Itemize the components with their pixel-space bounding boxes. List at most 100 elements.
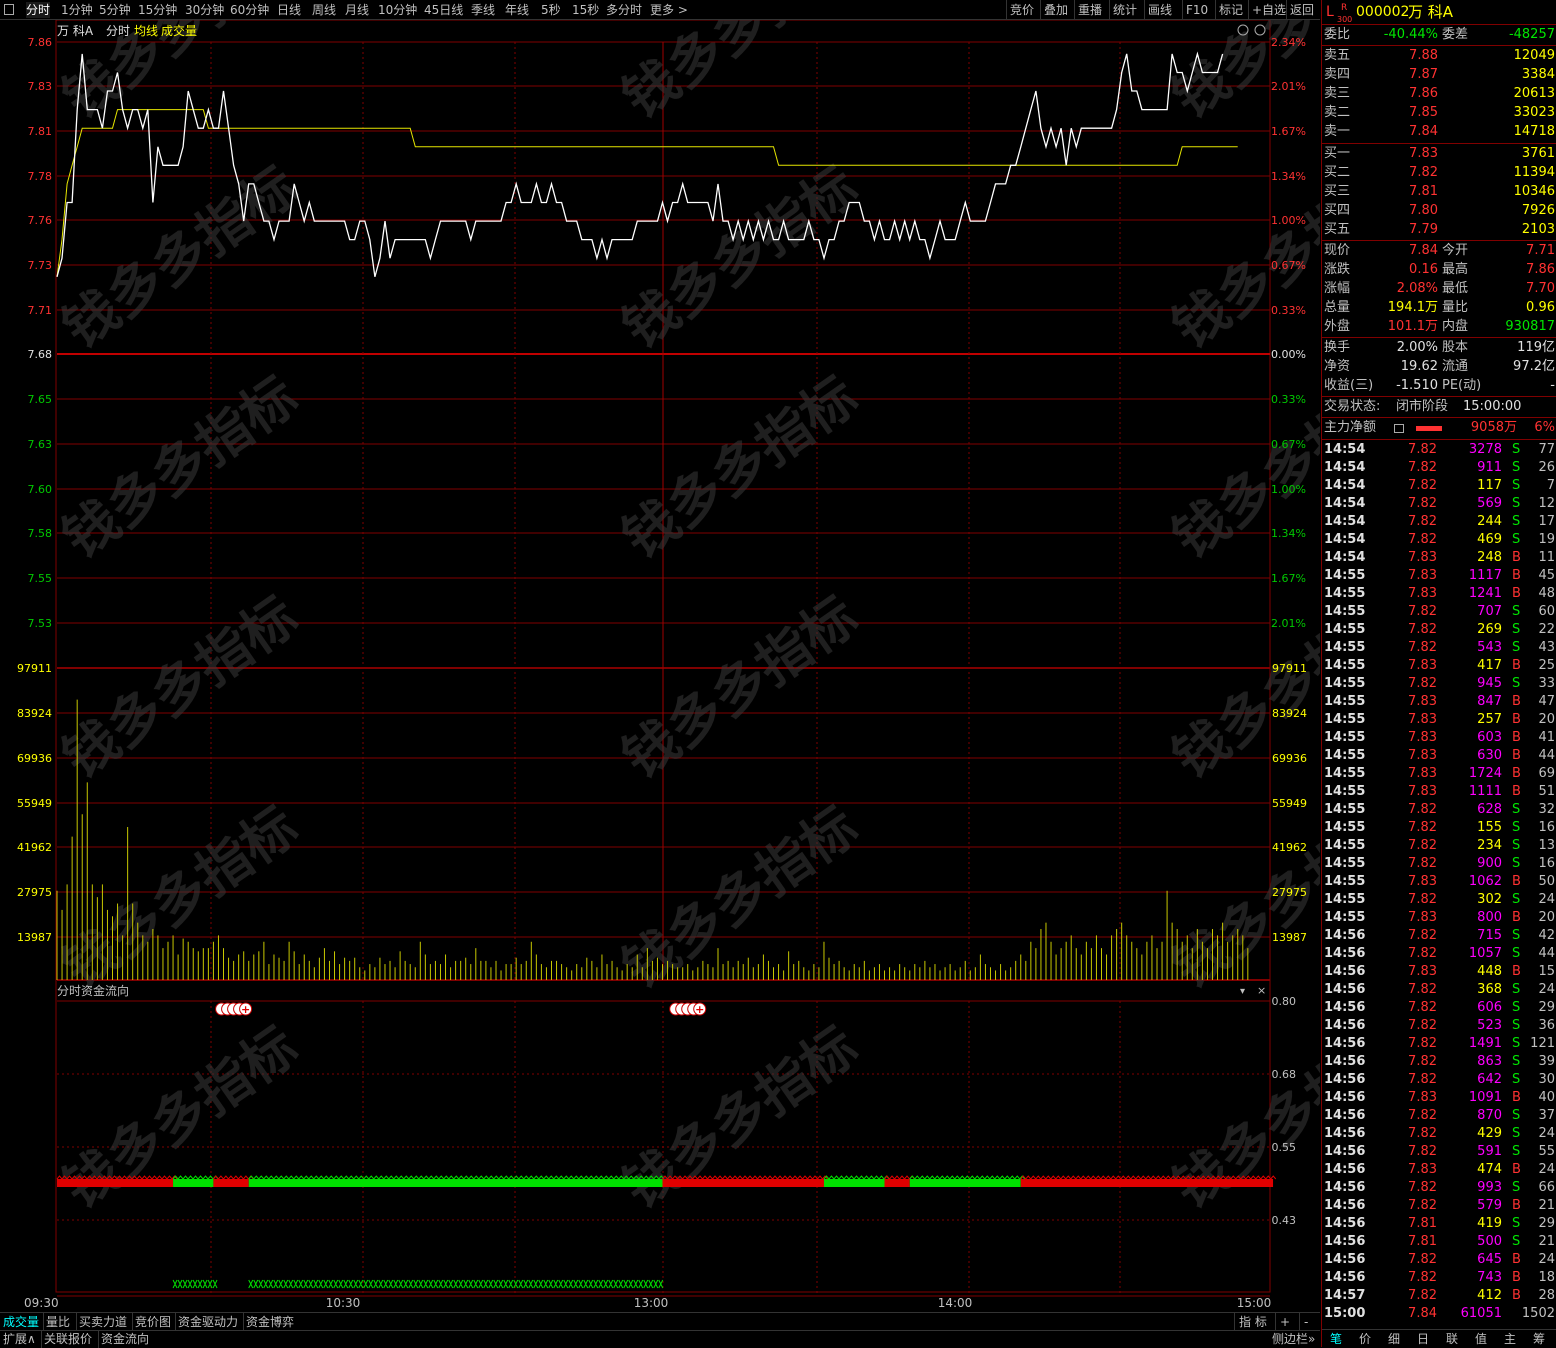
period-tab-16[interactable]: 更多 >: [650, 2, 688, 18]
intraday-chart-area[interactable]: 钱多多指标 钱多多指标 钱多多指标 钱多多指标 钱多多指标 钱多多指标 钱多多指标 钱多多指标…: [0, 0, 1419, 1312]
tick-row[interactable]: 15:00 7.84 61051 1502: [1322, 1305, 1556, 1323]
menu-icon[interactable]: [4, 4, 14, 15]
tick-row[interactable]: 14:55 7.83 1117 B 45: [1322, 567, 1556, 585]
indicator-control-0[interactable]: 指 标: [1239, 1314, 1267, 1330]
tick-row[interactable]: 14:55 7.82 234 S 13: [1322, 837, 1556, 855]
indicator-tab-4[interactable]: 资金驱动力: [178, 1314, 238, 1330]
intraday-chart-svg[interactable]: 钱多多指标 钱多多指标 钱多多指标钱多多指标 钱多多指标 钱多多指标钱多多指标 钱多多指标…: [0, 0, 1419, 1312]
bid-row[interactable]: 买五 7.79 2103: [1322, 221, 1556, 239]
tick-row[interactable]: 14:56 7.82 870 S 37: [1322, 1107, 1556, 1125]
right-tab-5[interactable]: 值: [1475, 1331, 1487, 1347]
tool-button-1[interactable]: 叠加: [1044, 2, 1068, 18]
indicator-control-1[interactable]: +: [1280, 1314, 1290, 1330]
close-icon[interactable]: ×: [1257, 984, 1266, 997]
tick-row[interactable]: 14:56 7.83 474 B 24: [1322, 1161, 1556, 1179]
indicator-tab-1[interactable]: 量比: [46, 1314, 70, 1330]
extension-tab-0[interactable]: 扩展∧: [3, 1332, 36, 1347]
period-tab-14[interactable]: 15秒: [572, 2, 599, 18]
tick-row[interactable]: 14:55 7.82 155 S 16: [1322, 819, 1556, 837]
bid-row[interactable]: 买四 7.80 7926: [1322, 202, 1556, 220]
right-tab-1[interactable]: 价: [1359, 1331, 1371, 1347]
tick-row[interactable]: 14:56 7.82 368 S 24: [1322, 981, 1556, 999]
ask-row[interactable]: 卖三 7.86 20613: [1322, 85, 1556, 103]
tick-row[interactable]: 14:56 7.82 429 S 24: [1322, 1125, 1556, 1143]
tick-row[interactable]: 14:54 7.82 911 S 26: [1322, 459, 1556, 477]
extension-tab-1[interactable]: 关联报价: [44, 1332, 92, 1347]
tick-row[interactable]: 14:57 7.82 412 B 28: [1322, 1287, 1556, 1305]
tick-row[interactable]: 14:55 7.82 900 S 16: [1322, 855, 1556, 873]
chart-mode-label[interactable]: 分时: [106, 24, 130, 38]
period-tab-6[interactable]: 日线: [277, 2, 301, 18]
tool-button-7[interactable]: +自选: [1252, 2, 1286, 18]
right-tab-0[interactable]: 笔: [1330, 1331, 1342, 1347]
tick-row[interactable]: 14:55 7.83 1241 B 48: [1322, 585, 1556, 603]
tick-row[interactable]: 14:56 7.82 645 B 24: [1322, 1251, 1556, 1269]
tick-row[interactable]: 14:56 7.82 606 S 29: [1322, 999, 1556, 1017]
period-tab-4[interactable]: 30分钟: [185, 2, 224, 18]
period-tab-9[interactable]: 10分钟: [378, 2, 417, 18]
tool-button-2[interactable]: 重播: [1078, 2, 1102, 18]
tick-row[interactable]: 14:55 7.82 269 S 22: [1322, 621, 1556, 639]
tick-row[interactable]: 14:56 7.82 743 B 18: [1322, 1269, 1556, 1287]
tick-row[interactable]: 14:56 7.82 642 S 30: [1322, 1071, 1556, 1089]
right-tab-4[interactable]: 联: [1446, 1331, 1458, 1347]
right-tab-7[interactable]: 筹: [1533, 1331, 1545, 1347]
tick-row[interactable]: 14:56 7.81 500 S 21: [1322, 1233, 1556, 1251]
period-tab-15[interactable]: 多分时: [606, 2, 642, 18]
tick-row[interactable]: 14:54 7.82 469 S 19: [1322, 531, 1556, 549]
tick-row[interactable]: 14:55 7.83 603 B 41: [1322, 729, 1556, 747]
tool-button-6[interactable]: 标记: [1219, 2, 1243, 18]
tick-row[interactable]: 14:54 7.82 3278 S 77: [1322, 441, 1556, 459]
tick-row[interactable]: 14:54 7.82 569 S 12: [1322, 495, 1556, 513]
period-tab-8[interactable]: 月线: [345, 2, 369, 18]
indicator-tab-2[interactable]: 买卖力道: [79, 1314, 127, 1330]
bid-row[interactable]: 买一 7.83 3761: [1322, 145, 1556, 163]
tick-row[interactable]: 14:55 7.82 707 S 60: [1322, 603, 1556, 621]
bid-row[interactable]: 买三 7.81 10346: [1322, 183, 1556, 201]
tick-row[interactable]: 14:55 7.83 257 B 20: [1322, 711, 1556, 729]
period-tab-12[interactable]: 年线: [505, 2, 529, 18]
indicator-tab-3[interactable]: 竞价图: [135, 1314, 171, 1330]
period-tab-0[interactable]: 分时: [26, 2, 51, 18]
tick-row[interactable]: 14:55 7.82 302 S 24: [1322, 891, 1556, 909]
tick-row[interactable]: 14:55 7.83 630 B 44: [1322, 747, 1556, 765]
tick-row[interactable]: 14:55 7.83 1062 B 50: [1322, 873, 1556, 891]
period-tab-3[interactable]: 15分钟: [138, 2, 177, 18]
period-tab-10[interactable]: 45日线: [424, 2, 463, 18]
tick-row[interactable]: 14:55 7.83 1724 B 69: [1322, 765, 1556, 783]
stock-name[interactable]: 万 科A: [1408, 2, 1453, 22]
main-flow-row[interactable]: 主力净额 9058万 6%: [1322, 419, 1556, 437]
period-tab-13[interactable]: 5秒: [541, 2, 561, 18]
extension-tab-2[interactable]: 资金流向: [101, 1332, 149, 1347]
volume-legend[interactable]: 成交量: [161, 23, 197, 38]
period-tab-1[interactable]: 1分钟: [61, 2, 93, 18]
tick-row[interactable]: 14:56 7.81 419 S 29: [1322, 1215, 1556, 1233]
tick-row[interactable]: 14:55 7.83 800 B 20: [1322, 909, 1556, 927]
tick-row[interactable]: 14:56 7.82 863 S 39: [1322, 1053, 1556, 1071]
doc-icon[interactable]: [1394, 424, 1404, 433]
avg-legend[interactable]: 均线: [134, 24, 158, 38]
tick-row[interactable]: 14:55 7.82 543 S 43: [1322, 639, 1556, 657]
tick-row[interactable]: 14:55 7.83 847 B 47: [1322, 693, 1556, 711]
tick-row[interactable]: 14:56 7.82 1491 S 121: [1322, 1035, 1556, 1053]
tick-row[interactable]: 14:54 7.82 117 S 7: [1322, 477, 1556, 495]
tick-row[interactable]: 14:56 7.83 1091 B 40: [1322, 1089, 1556, 1107]
dropdown-icon[interactable]: ▾: [1240, 986, 1245, 997]
bid-row[interactable]: 买二 7.82 11394: [1322, 164, 1556, 182]
tick-row[interactable]: 14:55 7.83 417 B 25: [1322, 657, 1556, 675]
tick-row[interactable]: 14:54 7.82 244 S 17: [1322, 513, 1556, 531]
tick-row[interactable]: 14:54 7.83 248 B 11: [1322, 549, 1556, 567]
tick-row[interactable]: 14:56 7.82 1057 S 44: [1322, 945, 1556, 963]
indicator-tab-5[interactable]: 资金博弈: [246, 1314, 294, 1330]
right-tab-6[interactable]: 主: [1504, 1331, 1516, 1347]
tick-row[interactable]: 14:56 7.83 448 B 15: [1322, 963, 1556, 981]
tick-row[interactable]: 14:56 7.82 715 S 42: [1322, 927, 1556, 945]
period-tab-11[interactable]: 季线: [471, 2, 495, 18]
tick-row[interactable]: 14:56 7.82 523 S 36: [1322, 1017, 1556, 1035]
period-tab-2[interactable]: 5分钟: [99, 2, 131, 18]
ask-row[interactable]: 卖四 7.87 3384: [1322, 66, 1556, 84]
period-tab-7[interactable]: 周线: [312, 2, 336, 18]
tick-row[interactable]: 14:55 7.82 628 S 32: [1322, 801, 1556, 819]
tool-button-3[interactable]: 统计: [1113, 2, 1137, 18]
tool-button-0[interactable]: 竞价: [1010, 2, 1034, 18]
